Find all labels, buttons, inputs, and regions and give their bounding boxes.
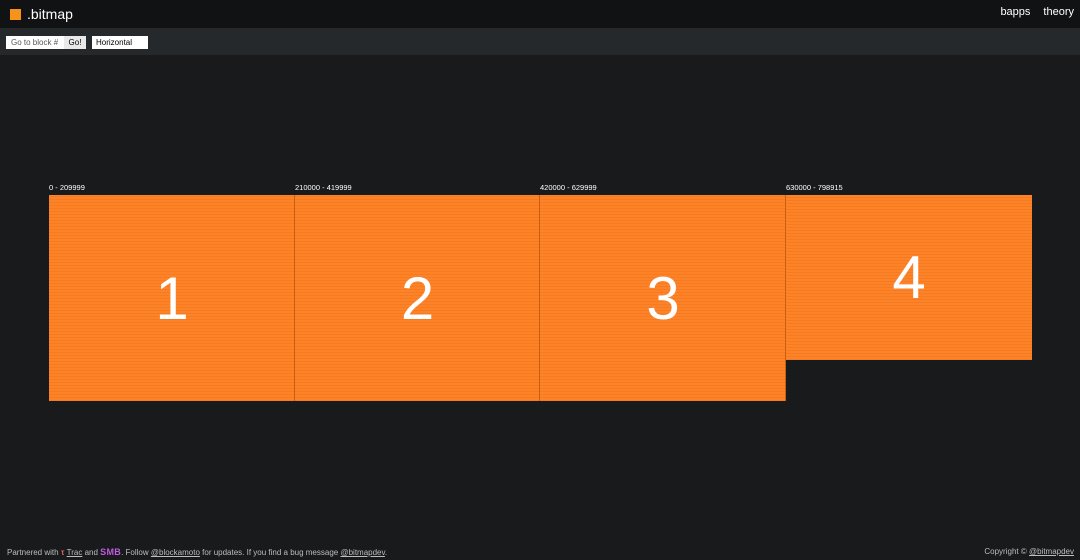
footer-text: Partnered with	[7, 548, 59, 557]
toolbar: Go! Horizontal	[0, 28, 1080, 55]
footer-credits: Partnered with τ Trac and SMB. Follow @b…	[7, 547, 387, 557]
nav-link-theory[interactable]: theory	[1043, 6, 1074, 18]
orientation-select[interactable]: Horizontal	[92, 36, 148, 49]
footer: Partnered with τ Trac and SMB. Follow @b…	[0, 545, 1080, 560]
brand-logo[interactable]: .bitmap	[10, 5, 73, 23]
blockamoto-link[interactable]: @blockamoto	[151, 548, 200, 557]
block-tile-1[interactable]: 1	[49, 195, 295, 401]
copyright-bitmapdev-link[interactable]: @bitmapdev	[1029, 547, 1074, 556]
go-button[interactable]: Go!	[64, 36, 86, 49]
block-divider	[539, 195, 540, 401]
trac-icon: τ	[60, 548, 65, 557]
footer-text: . Follow	[121, 548, 149, 557]
smb-logo[interactable]: SMB	[100, 547, 121, 557]
brand-name: .bitmap	[27, 6, 73, 22]
block-divider	[785, 195, 786, 401]
bitmap-square-icon	[10, 8, 21, 20]
block-divider	[294, 195, 295, 401]
block-range-label: 0 - 209999	[49, 183, 85, 192]
bitmapdev-link[interactable]: @bitmapdev	[340, 548, 384, 557]
footer-text: and	[84, 548, 98, 557]
block-tile-4[interactable]: 4	[786, 195, 1032, 360]
block-number: 1	[155, 264, 189, 332]
footer-copyright: Copyright © @bitmapdev	[984, 547, 1074, 556]
block-number: 4	[892, 244, 926, 311]
block-tile-3[interactable]: 3	[540, 195, 786, 401]
block-number: 3	[646, 264, 680, 332]
nav-links: bapps theory	[1000, 6, 1074, 18]
block-range-label: 420000 - 629999	[540, 183, 597, 192]
block-number: 2	[400, 264, 435, 332]
top-bar: .bitmap bapps theory	[0, 0, 1080, 28]
goto-block-input[interactable]	[6, 36, 64, 49]
nav-link-bapps[interactable]: bapps	[1000, 6, 1030, 18]
block-range-label: 630000 - 798915	[786, 183, 843, 192]
trac-link[interactable]: Trac	[67, 548, 83, 557]
block-tile-2[interactable]: 2	[295, 195, 540, 401]
block-range-label: 210000 - 419999	[295, 183, 352, 192]
copyright-text: Copyright ©	[984, 547, 1027, 556]
footer-text: .	[384, 548, 388, 557]
footer-text: for updates. If you find a bug message	[202, 548, 339, 557]
bitmap-stage: 0 - 209999 210000 - 419999 420000 - 6299…	[0, 55, 1080, 545]
